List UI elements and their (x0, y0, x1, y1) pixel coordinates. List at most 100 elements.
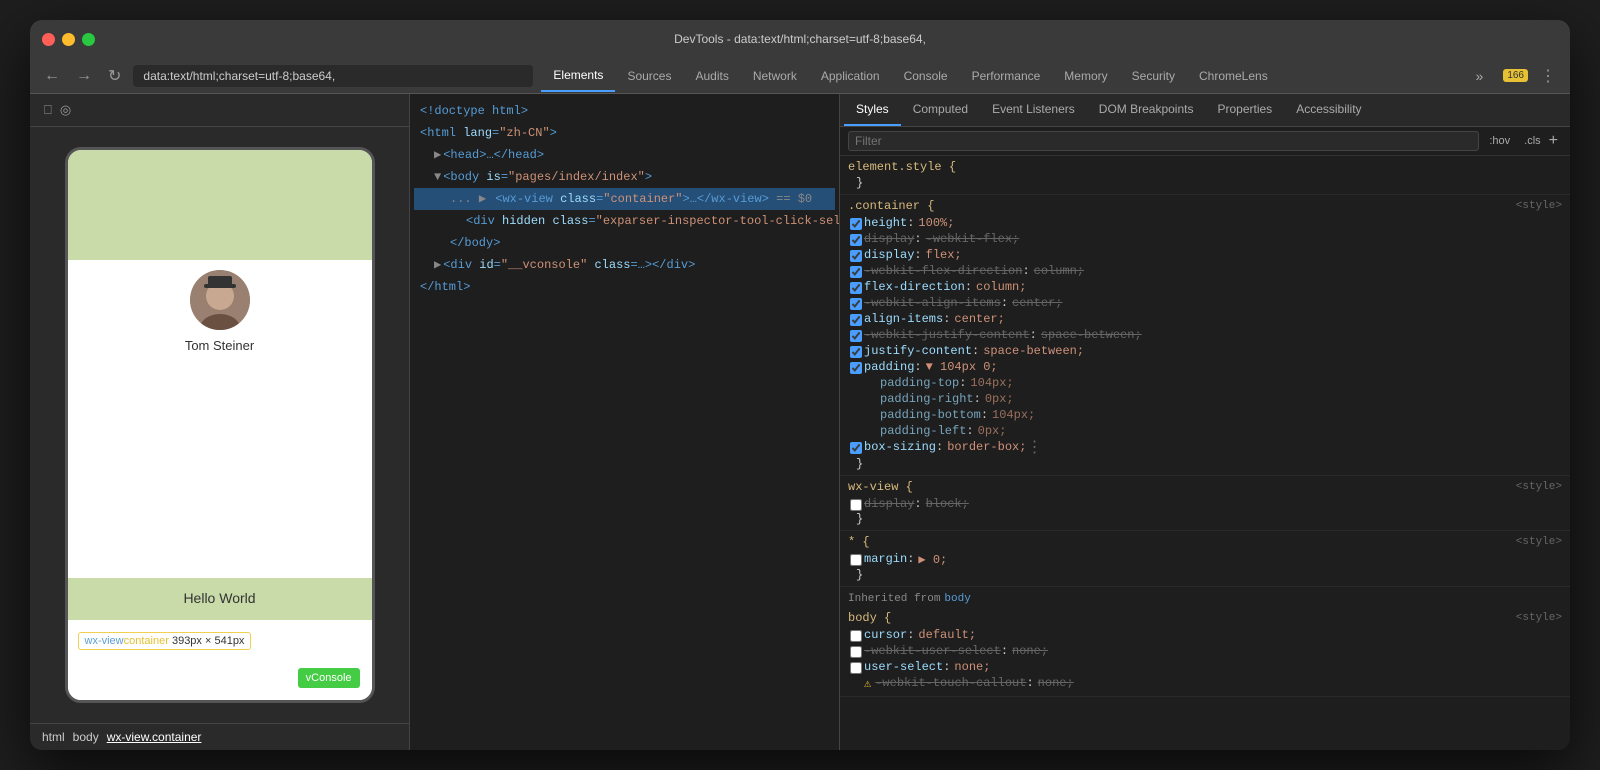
prop-webkit-flex-dir-name[interactable]: -webkit-flex-direction (864, 264, 1022, 278)
prop-webkit-justify-val[interactable]: space-between; (1041, 328, 1142, 342)
tab-elements[interactable]: Elements (541, 60, 615, 92)
prop-wxview-display-checkbox[interactable] (850, 499, 862, 511)
devtools-menu-button[interactable]: ⋮ (1536, 64, 1560, 88)
cls-button[interactable]: .cls (1520, 133, 1545, 149)
tree-wx-view[interactable]: ... ▶ <wx-view class="container">…</wx-v… (414, 188, 835, 210)
prop-display-val[interactable]: flex; (926, 248, 962, 262)
tree-html-close[interactable]: </html> (414, 276, 835, 298)
prop-star-margin-name[interactable]: margin (864, 552, 907, 566)
prop-webkit-align-name[interactable]: -webkit-align-items (864, 296, 1001, 310)
sub-tab-styles[interactable]: Styles (844, 94, 901, 126)
prop-padding-name[interactable]: padding (864, 360, 914, 374)
prop-display-webkit-checkbox[interactable] (850, 234, 862, 246)
device-toolbar-button[interactable]: ⎕ (40, 100, 56, 120)
prop-flex-dir-name[interactable]: flex-direction (864, 280, 965, 294)
prop-align-checkbox[interactable] (850, 314, 862, 326)
forward-button[interactable]: → (72, 65, 96, 87)
back-button[interactable]: ← (40, 65, 64, 87)
prop-height-val[interactable]: 100%; (918, 216, 954, 230)
tree-div-mask[interactable]: <div hidden class="exparser-inspector-to… (414, 210, 835, 232)
prop-wxview-display-name[interactable]: display (864, 497, 914, 511)
breadcrumb-html[interactable]: html (42, 730, 65, 744)
sub-tab-accessibility[interactable]: Accessibility (1284, 94, 1373, 126)
inherited-from-body[interactable]: body (944, 593, 970, 605)
prop-display-name[interactable]: display (864, 248, 914, 262)
inspect-button[interactable]: ◎ (56, 100, 75, 120)
prop-display-checkbox[interactable] (850, 250, 862, 262)
tree-body-open[interactable]: ▼<body is="pages/index/index"> (414, 166, 835, 188)
prop-justify-val[interactable]: space-between; (983, 344, 1084, 358)
close-button[interactable] (42, 33, 55, 46)
prop-user-select-checkbox[interactable] (850, 662, 862, 674)
breadcrumb-container[interactable]: wx-view.container (107, 730, 202, 744)
prop-height-name[interactable]: height (864, 216, 907, 230)
prop-webkit-justify-checkbox[interactable] (850, 330, 862, 342)
tab-chromelens[interactable]: ChromeLens (1187, 61, 1280, 91)
tree-vconsole[interactable]: ▶<div id="__vconsole" class=…></div> (414, 254, 835, 276)
tab-memory[interactable]: Memory (1052, 61, 1119, 91)
prop-wxview-display-val[interactable]: block; (926, 497, 969, 511)
prop-webkit-touch-callout-val[interactable]: none; (1038, 676, 1074, 690)
wxview-selector[interactable]: wx-view { (848, 480, 913, 494)
styles-filter-input[interactable] (848, 131, 1479, 151)
tab-performance[interactable]: Performance (960, 61, 1053, 91)
prop-star-margin-checkbox[interactable] (850, 554, 862, 566)
tab-console[interactable]: Console (892, 61, 960, 91)
prop-webkit-touch-callout-name[interactable]: -webkit-touch-callout (875, 676, 1026, 690)
prop-display-webkit-val[interactable]: -webkit-flex; (926, 232, 1020, 246)
prop-align-val[interactable]: center; (954, 312, 1004, 326)
more-tabs-button[interactable]: » (1468, 60, 1492, 92)
sub-tab-dom-breakpoints[interactable]: DOM Breakpoints (1087, 94, 1206, 126)
element-style-selector[interactable]: element.style { (848, 160, 956, 174)
prop-padding-checkbox[interactable] (850, 362, 862, 374)
body-selector[interactable]: body { (848, 611, 891, 625)
breadcrumb-body[interactable]: body (73, 730, 99, 744)
prop-padding-val[interactable]: ▼ 104px 0; (926, 360, 998, 374)
tab-sources[interactable]: Sources (615, 61, 683, 91)
star-selector[interactable]: * { (848, 535, 870, 549)
refresh-button[interactable]: ↻ (104, 64, 125, 88)
tab-application[interactable]: Application (809, 61, 892, 91)
sub-tab-event-listeners[interactable]: Event Listeners (980, 94, 1087, 126)
tab-security[interactable]: Security (1120, 61, 1187, 91)
prop-webkit-align-val[interactable]: center; (1012, 296, 1062, 310)
prop-webkit-user-select-name[interactable]: -webkit-user-select (864, 644, 1001, 658)
maximize-button[interactable] (82, 33, 95, 46)
prop-webkit-user-select-checkbox[interactable] (850, 646, 862, 658)
tree-html[interactable]: <html lang="zh-CN"> (414, 122, 835, 144)
prop-star-margin-val[interactable]: ▶ 0; (918, 552, 947, 567)
prop-box-sizing-val[interactable]: border-box; (947, 440, 1026, 454)
prop-user-select-name[interactable]: user-select (864, 660, 943, 674)
tree-head[interactable]: ▶<head>…</head> (414, 144, 835, 166)
prop-justify-checkbox[interactable] (850, 346, 862, 358)
prop-webkit-flex-dir-checkbox[interactable] (850, 266, 862, 278)
container-rule-more[interactable]: ⋮ (1026, 440, 1042, 456)
prop-height-checkbox[interactable] (850, 218, 862, 230)
prop-flex-dir-val[interactable]: column; (976, 280, 1026, 294)
minimize-button[interactable] (62, 33, 75, 46)
prop-webkit-align-checkbox[interactable] (850, 298, 862, 310)
tab-audits[interactable]: Audits (683, 61, 740, 91)
prop-box-sizing-name[interactable]: box-sizing (864, 440, 936, 454)
prop-align-name[interactable]: align-items (864, 312, 943, 326)
add-style-button[interactable]: + (1545, 132, 1562, 150)
url-bar[interactable] (133, 65, 533, 87)
sub-tab-computed[interactable]: Computed (901, 94, 980, 126)
prop-display-webkit-name[interactable]: display (864, 232, 914, 246)
prop-webkit-user-select-val[interactable]: none; (1012, 644, 1048, 658)
tree-body-close[interactable]: </body> (414, 232, 835, 254)
vconsole-button[interactable]: vConsole (298, 668, 360, 688)
prop-box-sizing-checkbox[interactable] (850, 442, 862, 454)
prop-cursor-val[interactable]: default; (918, 628, 976, 642)
tab-network[interactable]: Network (741, 61, 809, 91)
prop-webkit-justify-name[interactable]: -webkit-justify-content (864, 328, 1030, 342)
prop-flex-dir-checkbox[interactable] (850, 282, 862, 294)
prop-cursor-name[interactable]: cursor (864, 628, 907, 642)
hov-button[interactable]: :hov (1485, 133, 1514, 149)
container-selector[interactable]: .container { (848, 199, 934, 213)
prop-justify-name[interactable]: justify-content (864, 344, 972, 358)
tree-doctype[interactable]: <!doctype html> (414, 100, 835, 122)
prop-user-select-val[interactable]: none; (954, 660, 990, 674)
sub-tab-properties[interactable]: Properties (1205, 94, 1284, 126)
prop-webkit-flex-dir-val[interactable]: column; (1034, 264, 1084, 278)
